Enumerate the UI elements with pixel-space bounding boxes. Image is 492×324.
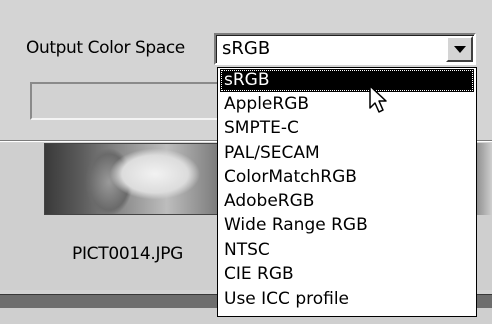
dropdown-option-cie-rgb[interactable]: CIE RGB — [220, 263, 474, 286]
chevron-down-icon — [454, 46, 466, 53]
dropdown-option-wide-range-rgb[interactable]: Wide Range RGB — [220, 214, 474, 237]
dropdown-option-applergb[interactable]: AppleRGB — [220, 93, 474, 116]
color-space-dropdown-list: sRGB AppleRGB SMPTE-C PAL/SECAM ColorMat… — [217, 67, 477, 317]
dropdown-toggle-button[interactable] — [446, 36, 473, 62]
dropdown-option-srgb[interactable]: sRGB — [220, 69, 474, 92]
dropdown-option-smpte-c[interactable]: SMPTE-C — [220, 117, 474, 140]
dropdown-option-adobergb[interactable]: AdobeRGB — [220, 190, 474, 213]
dropdown-option-colormatchrgb[interactable]: ColorMatchRGB — [220, 166, 474, 189]
dropdown-option-ntsc[interactable]: NTSC — [220, 239, 474, 262]
thumbnail-filename: PICT0014.JPG — [72, 244, 184, 264]
dropdown-option-use-icc-profile[interactable]: Use ICC profile — [220, 288, 474, 311]
output-color-space-select[interactable]: sRGB — [214, 33, 476, 65]
progress-bar — [30, 82, 224, 120]
settings-panel: Output Color Space sRGB PICT0014.JPG sRG… — [0, 0, 492, 324]
image-thumbnail[interactable] — [44, 143, 220, 215]
output-color-space-label: Output Color Space — [26, 38, 185, 58]
mouse-pointer-icon — [369, 85, 387, 113]
dropdown-option-pal-secam[interactable]: PAL/SECAM — [220, 142, 474, 165]
select-current-value: sRGB — [222, 38, 271, 59]
